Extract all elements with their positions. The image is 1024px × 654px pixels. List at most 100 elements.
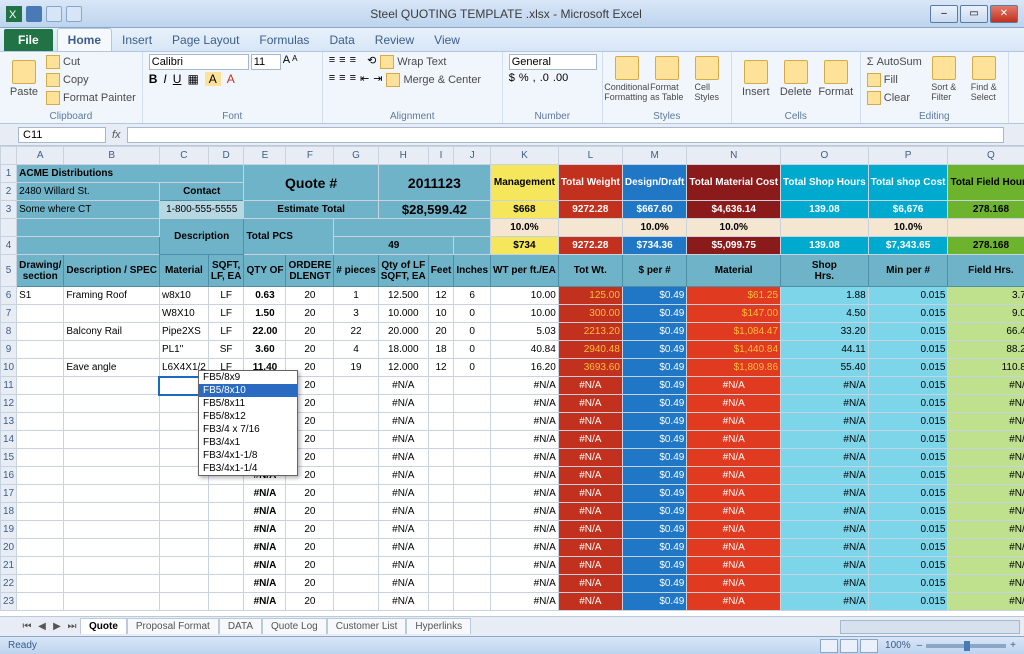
minimize-button[interactable]: – (930, 5, 958, 23)
table-row[interactable]: 17#N/A20#N/A#N/A#N/A$0.49#N/A#N/A0.015#N… (1, 485, 1024, 503)
tab-pagelayout[interactable]: Page Layout (162, 29, 249, 51)
formula-bar[interactable] (127, 127, 1004, 143)
dropdown-item[interactable]: FB5/8x11 (199, 397, 297, 410)
align-right-icon[interactable]: ≡ (350, 72, 356, 88)
dropdown-item[interactable]: FB3/4x1-1/4 (199, 462, 297, 475)
mgmt-val[interactable]: $668 (491, 201, 559, 219)
sort-filter-button[interactable]: Sort & Filter (926, 54, 962, 104)
worksheet-area[interactable]: ABCDEFGHIJKLMNOPQ 1 ACME Distributions Q… (0, 146, 1024, 616)
dropdown-item[interactable]: FB3/4x1 (199, 436, 297, 449)
table-row[interactable]: 11▼#N/A20#N/A#N/A#N/A$0.49#N/A#N/A0.015#… (1, 377, 1024, 395)
format-painter-button[interactable]: Format Painter (46, 90, 136, 106)
pcs-val[interactable]: 49 (334, 237, 454, 255)
col-L[interactable]: L (558, 147, 622, 165)
zoom-slider[interactable] (926, 644, 1006, 648)
city[interactable]: Some where CT (17, 201, 160, 219)
mgmt-label[interactable]: Management (491, 165, 559, 201)
matcost-val[interactable]: $4,636.14 (687, 201, 781, 219)
view-pagebreak-icon[interactable] (860, 639, 878, 653)
dropdown-item[interactable]: FB5/8x10 (199, 384, 297, 397)
table-row[interactable]: 23#N/A20#N/A#N/A#N/A$0.49#N/A#N/A0.015#N… (1, 593, 1024, 611)
align-top-icon[interactable]: ≡ (329, 54, 335, 70)
sheet-tab[interactable]: Customer List (327, 618, 407, 634)
sheet-nav-next[interactable]: ▶ (50, 621, 64, 632)
grow-font-icon[interactable]: A (283, 54, 290, 70)
col-F[interactable]: F (286, 147, 334, 165)
worksheet-grid[interactable]: ABCDEFGHIJKLMNOPQ 1 ACME Distributions Q… (0, 146, 1024, 611)
delete-button[interactable]: Delete (778, 54, 814, 104)
horizontal-scrollbar[interactable] (840, 620, 1020, 634)
sheet-nav-first[interactable]: ⏮ (20, 621, 34, 632)
material-dropdown[interactable]: FB5/8x9FB5/8x10FB5/8x11FB5/8x12FB3/4 x 7… (198, 370, 298, 476)
col-N[interactable]: N (687, 147, 781, 165)
sheet-tab[interactable]: Quote Log (262, 618, 327, 634)
table-row[interactable]: 15#N/A20#N/A#N/A#N/A$0.49#N/A#N/A0.015#N… (1, 449, 1024, 467)
shrink-font-icon[interactable]: A (292, 54, 297, 70)
conditional-formatting-button[interactable]: Conditional Formatting (609, 54, 645, 104)
italic-button[interactable]: I (163, 72, 166, 86)
find-select-button[interactable]: Find & Select (966, 54, 1002, 104)
indent-dec-icon[interactable]: ⇤ (360, 72, 369, 88)
contact-label[interactable]: Contact (159, 183, 244, 201)
number-format-select[interactable] (509, 54, 597, 70)
table-row[interactable]: 16#N/A20#N/A#N/A#N/A$0.49#N/A#N/A0.015#N… (1, 467, 1024, 485)
table-row[interactable]: 7W8X10LF1.5020310.00010010.00300.00$0.49… (1, 305, 1024, 323)
align-center-icon[interactable]: ≡ (339, 72, 345, 88)
weight-label[interactable]: Total Weight (558, 165, 622, 201)
tab-insert[interactable]: Insert (112, 29, 162, 51)
file-tab[interactable]: File (4, 29, 53, 51)
table-row[interactable]: 12#N/A20#N/A#N/A#N/A$0.49#N/A#N/A0.015#N… (1, 395, 1024, 413)
font-size-select[interactable] (251, 54, 281, 70)
autosum-button[interactable]: ΣAutoSum (867, 54, 922, 70)
tab-data[interactable]: Data (319, 29, 364, 51)
name-box[interactable] (18, 127, 106, 143)
col-C[interactable]: C (159, 147, 208, 165)
col-K[interactable]: K (491, 147, 559, 165)
cell-styles-button[interactable]: Cell Styles (689, 54, 725, 104)
table-row[interactable]: 22#N/A20#N/A#N/A#N/A$0.49#N/A#N/A0.015#N… (1, 575, 1024, 593)
currency-icon[interactable]: $ (509, 72, 515, 84)
dropdown-item[interactable]: FB3/4 x 7/16 (199, 423, 297, 436)
table-row[interactable]: 10Eave angleL6X4X1/2LF11.40201912.000120… (1, 359, 1024, 377)
close-button[interactable]: ✕ (990, 5, 1018, 23)
pcs-label[interactable]: Total PCS (244, 219, 334, 255)
table-row[interactable]: 8Balcony RailPipe2XSLF22.00202220.000200… (1, 323, 1024, 341)
sheet-tab[interactable]: Hyperlinks (406, 618, 471, 634)
cut-button[interactable]: Cut (46, 54, 136, 70)
tab-view[interactable]: View (424, 29, 470, 51)
company-name[interactable]: ACME Distributions (17, 165, 244, 183)
table-row[interactable]: 13#N/A20#N/A#N/A#N/A$0.49#N/A#N/A0.015#N… (1, 413, 1024, 431)
table-row[interactable]: 20#N/A20#N/A#N/A#N/A$0.49#N/A#N/A0.015#N… (1, 539, 1024, 557)
format-button[interactable]: Format (818, 54, 854, 104)
save-icon[interactable] (26, 6, 42, 22)
zoom-out-icon[interactable]: – (917, 640, 923, 651)
quote-label[interactable]: Quote # (244, 165, 378, 201)
dec-decimal-icon[interactable]: .00 (553, 72, 568, 84)
copy-button[interactable]: Copy (46, 72, 136, 88)
fieldhrs-label[interactable]: Total Field Hours (948, 165, 1024, 201)
desc-label[interactable]: Description (159, 219, 244, 255)
shopcost-label[interactable]: Total shop Cost (868, 165, 948, 201)
comma-icon[interactable]: , (533, 72, 536, 84)
align-bot-icon[interactable]: ≡ (350, 54, 356, 70)
col-B[interactable]: B (64, 147, 160, 165)
table-row[interactable]: 19#N/A20#N/A#N/A#N/A$0.49#N/A#N/A0.015#N… (1, 521, 1024, 539)
col-P[interactable]: P (868, 147, 948, 165)
redo-icon[interactable] (66, 6, 82, 22)
col-G[interactable]: G (334, 147, 378, 165)
border-button[interactable]: ▦ (187, 72, 198, 86)
table-row[interactable]: 9PL1"SF3.6020418.00018040.842940.48$0.49… (1, 341, 1024, 359)
col-O[interactable]: O (781, 147, 869, 165)
phone[interactable]: 1-800-555-5555 (159, 201, 244, 219)
shopcost-val[interactable]: $6,676 (868, 201, 948, 219)
undo-icon[interactable] (46, 6, 62, 22)
table-row[interactable]: 21#N/A20#N/A#N/A#N/A$0.49#N/A#N/A0.015#N… (1, 557, 1024, 575)
row-5-headers[interactable]: 5 Drawing/ section Description / SPEC Ma… (1, 255, 1024, 287)
shophrs-val[interactable]: 139.08 (781, 201, 869, 219)
view-layout-icon[interactable] (840, 639, 858, 653)
format-as-table-button[interactable]: Format as Table (649, 54, 685, 104)
merge-center-button[interactable]: Merge & Center (386, 72, 481, 88)
estimate-value[interactable]: $28,599.42 (378, 201, 490, 219)
row-3b[interactable]: Description Total PCS 10.0% 10.0% 10.0% … (1, 219, 1024, 237)
percent-icon[interactable]: % (519, 72, 529, 84)
